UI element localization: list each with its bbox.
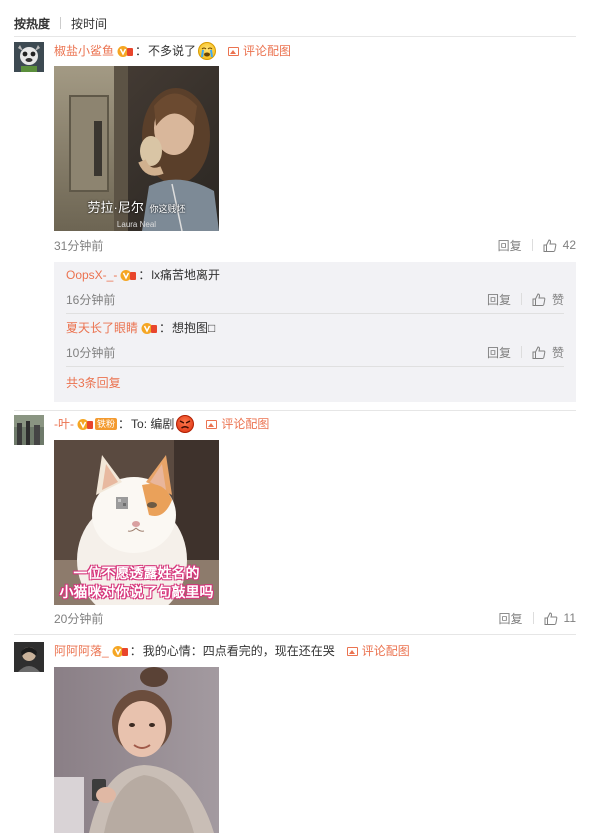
replies-box: OopsX-_- ： lx痛苦地离开 16分钟前 回复 赞 夏天长了眼睛 ： 想… [54, 262, 576, 402]
image-caption-name: 劳拉·尼尔 你这贱坯 [87, 200, 186, 215]
comment-image[interactable]: 劳拉·尼尔 你这贱坯 Laura Neal [54, 66, 219, 231]
username[interactable]: 阿阿阿落_ [54, 642, 109, 660]
username[interactable]: -叶- [54, 415, 74, 433]
comment-header: 椒盐小鲨鱼 ： 不多说了 评论配图 [54, 42, 576, 60]
comment-image-link-label: 评论配图 [243, 44, 292, 58]
avatar[interactable] [14, 42, 44, 72]
thumbs-up-icon [543, 238, 556, 252]
sort-by-hot-tab[interactable]: 按热度 [14, 15, 50, 32]
reply-meta: 16分钟前 回复 赞 [66, 290, 564, 308]
comment-header: 阿阿阿落_ ： 我的心情：四点看完的，现在还在哭 评论配图 [54, 642, 410, 660]
comment-time: 20分钟前 [54, 611, 104, 626]
more-replies-link[interactable]: 共3条回复 [66, 374, 121, 392]
comment-time: 31分钟前 [54, 238, 104, 253]
reply-username[interactable]: OopsX-_- [66, 266, 117, 284]
comment-divider [14, 634, 576, 635]
vip-badge-icon [77, 418, 94, 431]
colon: ： [135, 44, 148, 58]
image-icon [228, 46, 240, 56]
reply-button[interactable]: 回复 [487, 344, 511, 361]
reply-meta: 10分钟前 回复 赞 [66, 343, 564, 361]
image-icon [206, 419, 218, 429]
fan-badge: 铁粉 [95, 418, 118, 430]
reply-text: 想抱图□ [172, 321, 216, 335]
comment-item: -叶- 铁粉 ： To: 编剧 评论配图 一位不愿透露姓名的 小猫咪对你说了句敲… [14, 415, 576, 630]
reply-time: 16分钟前 [66, 292, 116, 307]
vip-badge-icon [120, 269, 137, 282]
like-button[interactable]: 11 [544, 611, 576, 625]
comment-item: 阿阿阿落_ ： 我的心情：四点看完的，现在还在哭 评论配图 [14, 642, 576, 833]
comment-body: 阿阿阿落_ ： 我的心情：四点看完的，现在还在哭 评论配图 [54, 642, 576, 833]
like-count: 42 [562, 238, 576, 252]
like-button[interactable]: 赞 [532, 344, 564, 361]
angry-emoji-icon [176, 415, 195, 433]
reply-username[interactable]: 夏天长了眼睛 [66, 319, 138, 337]
reply-item: OopsX-_- ： lx痛苦地离开 16分钟前 回复 赞 [66, 266, 564, 307]
comment-image-link-label: 评论配图 [361, 644, 410, 658]
image-caption-line1: 一位不愿透露姓名的 [73, 565, 200, 581]
reply-divider [66, 366, 564, 367]
image-caption-line2: 小猫咪对你说了句敲里吗 [59, 584, 214, 600]
like-count: 11 [563, 611, 576, 625]
thumbs-up-icon [544, 611, 557, 625]
thumbs-up-icon [532, 345, 546, 359]
like-button[interactable]: 赞 [532, 291, 564, 308]
comment-meta: 20分钟前 回复 11 [54, 609, 576, 627]
comment-actions: 回复 42 [498, 237, 576, 254]
username[interactable]: 椒盐小鲨鱼 [54, 42, 114, 60]
comment-header: -叶- 铁粉 ： To: 编剧 评论配图 [54, 415, 270, 433]
reply-header: OopsX-_- ： lx痛苦地离开 [66, 266, 221, 284]
image-caption-en: Laura Neal [116, 220, 157, 229]
comment-item: 椒盐小鲨鱼 ： 不多说了 评论配图 劳拉·尼尔 你这贱坯 Laura Neal … [14, 42, 576, 402]
sort-by-time-tab[interactable]: 按时间 [71, 15, 107, 32]
reply-header: 夏天长了眼睛 ： 想抱图□ [66, 319, 216, 337]
comment-text: 不多说了 [148, 44, 197, 58]
vip-badge-icon [141, 322, 158, 335]
reply-button[interactable]: 回复 [499, 610, 523, 627]
reply-time: 10分钟前 [66, 345, 116, 360]
comment-image-link-label: 评论配图 [221, 417, 270, 431]
crying-emoji-icon [198, 42, 217, 60]
thumbs-up-icon [532, 292, 546, 306]
comment-meta: 31分钟前 回复 42 [54, 236, 576, 254]
like-label: 赞 [551, 345, 564, 360]
like-button[interactable]: 42 [543, 238, 576, 252]
comment-image-link[interactable]: 评论配图 [228, 42, 291, 60]
comment-image[interactable] [54, 667, 219, 833]
sort-separator [60, 17, 62, 29]
reply-text: lx痛苦地离开 [151, 268, 221, 282]
vip-badge-icon [112, 645, 129, 658]
avatar[interactable] [14, 642, 44, 672]
comment-body: 椒盐小鲨鱼 ： 不多说了 评论配图 劳拉·尼尔 你这贱坯 Laura Neal … [54, 42, 576, 253]
reply-button[interactable]: 回复 [487, 291, 511, 308]
vip-badge-icon [117, 45, 134, 58]
comment-image-link[interactable]: 评论配图 [206, 415, 269, 433]
reply-button[interactable]: 回复 [498, 237, 522, 254]
like-label: 赞 [551, 292, 564, 307]
top-divider [14, 36, 576, 37]
comment-divider [14, 410, 576, 411]
comment-image[interactable]: 一位不愿透露姓名的 小猫咪对你说了句敲里吗 [54, 440, 219, 605]
comment-body: -叶- 铁粉 ： To: 编剧 评论配图 一位不愿透露姓名的 小猫咪对你说了句敲… [54, 415, 576, 626]
comment-image-link[interactable]: 评论配图 [346, 642, 410, 660]
image-icon [346, 646, 358, 656]
reply-divider [66, 313, 564, 314]
avatar[interactable] [14, 415, 44, 445]
comment-text: 我的心情：四点看完的，现在还在哭 [142, 644, 335, 658]
comment-text: To: 编剧 [131, 417, 175, 431]
action-separator [531, 239, 533, 251]
sort-bar: 按热度 按时间 [14, 14, 107, 32]
reply-item: 夏天长了眼睛 ： 想抱图□ 10分钟前 回复 赞 [66, 319, 564, 360]
